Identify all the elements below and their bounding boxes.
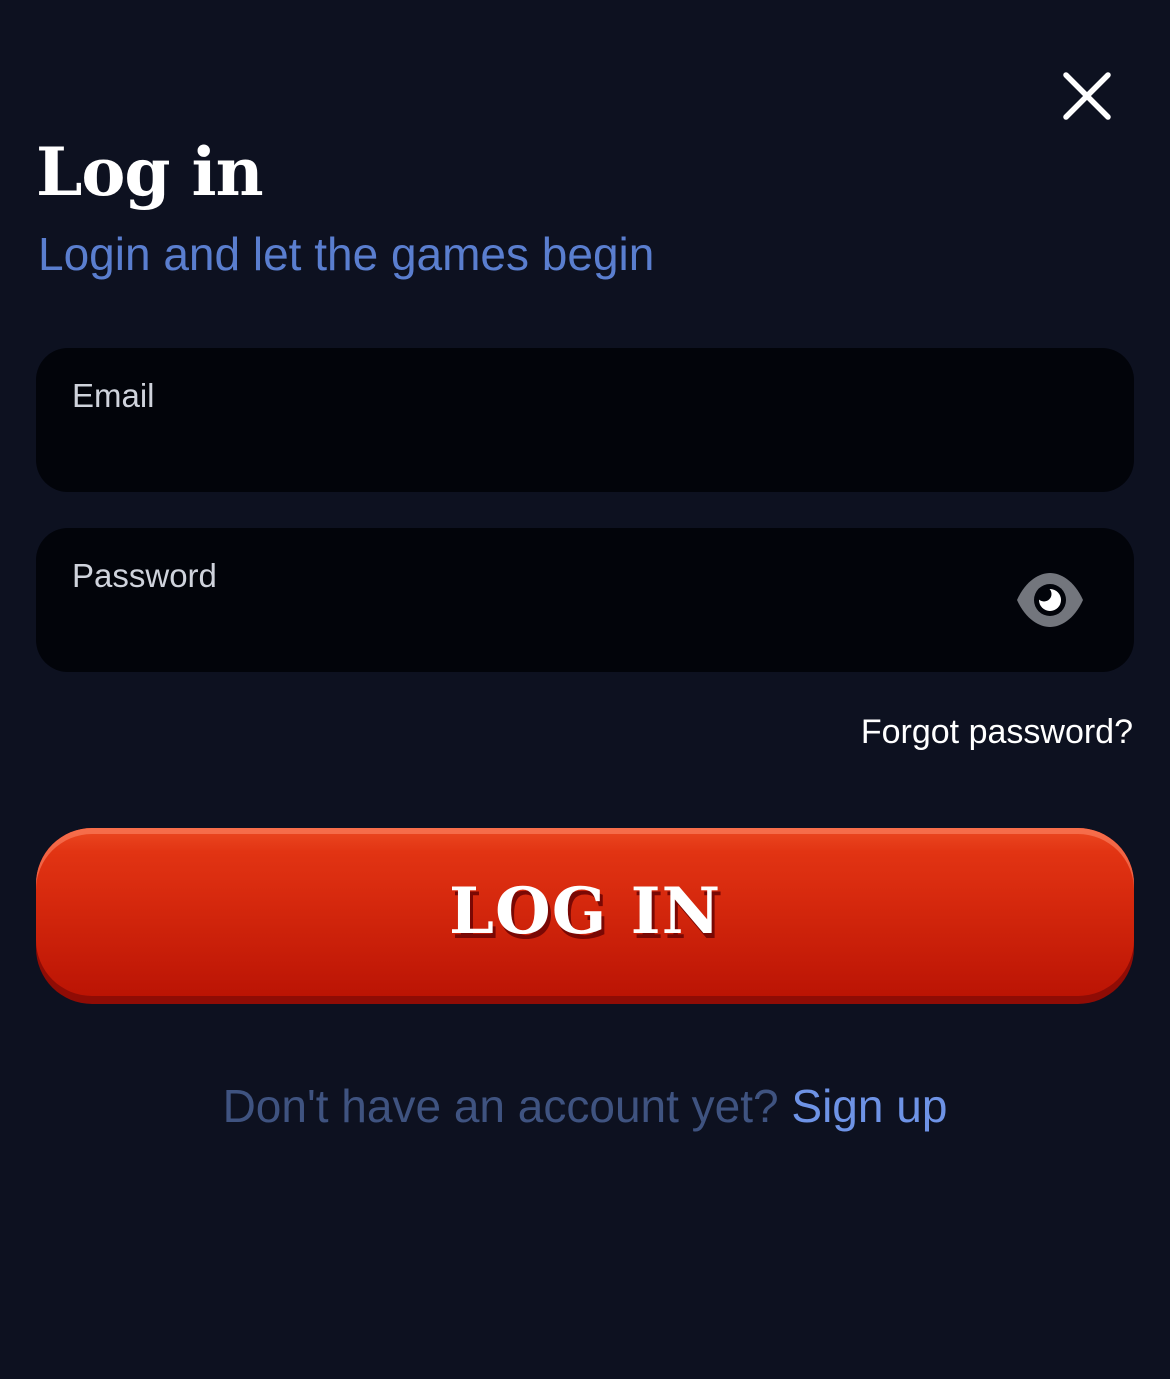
password-field[interactable]: Password: [36, 528, 1134, 672]
page-subtitle: Login and let the games begin: [38, 228, 655, 280]
close-button[interactable]: [1057, 66, 1117, 126]
show-password-toggle[interactable]: [1014, 568, 1086, 632]
password-input[interactable]: [72, 604, 972, 648]
email-field[interactable]: Email: [36, 348, 1134, 492]
login-button-label: LOG IN: [448, 874, 722, 949]
signup-prompt: Don't have an account yet?: [222, 1080, 792, 1132]
email-input[interactable]: [72, 424, 972, 468]
page-title: Log in: [36, 133, 264, 211]
password-label: Password: [72, 557, 217, 594]
signup-row: Don't have an account yet? Sign up: [0, 1078, 1170, 1134]
login-button[interactable]: LOG IN: [36, 828, 1134, 1004]
signup-link[interactable]: Sign up: [791, 1080, 947, 1132]
email-label: Email: [72, 377, 155, 414]
close-icon: [1063, 72, 1111, 120]
eye-icon: [1017, 573, 1083, 627]
forgot-password-link[interactable]: Forgot password?: [861, 710, 1133, 754]
